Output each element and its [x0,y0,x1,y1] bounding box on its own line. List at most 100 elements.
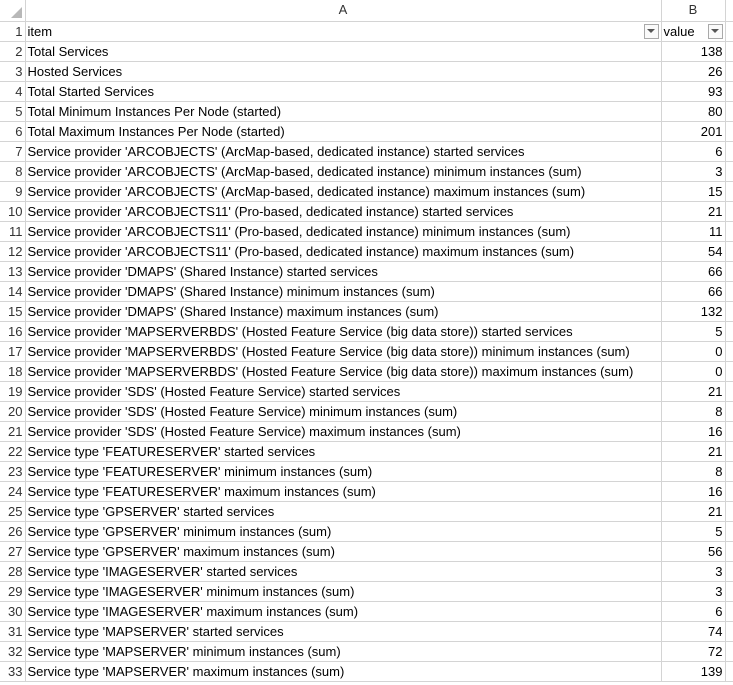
row-header[interactable]: 29 [0,581,26,602]
row-header[interactable]: 12 [0,241,26,262]
cell-c[interactable] [725,41,733,62]
row-header[interactable]: 6 [0,121,26,142]
row-header[interactable]: 24 [0,481,26,502]
cell-c[interactable] [725,241,733,262]
value-cell[interactable]: 15 [661,181,726,202]
cell-c[interactable] [725,101,733,122]
row-header[interactable]: 5 [0,101,26,122]
column-header-a[interactable]: A [25,0,662,22]
value-cell[interactable]: 5 [661,321,726,342]
item-cell[interactable]: Service type 'IMAGESERVER' minimum insta… [25,581,662,602]
cell-c[interactable] [725,141,733,162]
row-header[interactable]: 33 [0,661,26,682]
row-header[interactable]: 17 [0,341,26,362]
value-cell[interactable]: 74 [661,621,726,642]
cell-c[interactable] [725,181,733,202]
cell-c[interactable] [725,501,733,522]
row-header[interactable]: 10 [0,201,26,222]
cell-c[interactable] [725,401,733,422]
row-header[interactable]: 27 [0,541,26,562]
row-header[interactable]: 16 [0,321,26,342]
item-cell[interactable]: Service provider 'ARCOBJECTS11' (Pro-bas… [25,201,662,222]
item-cell[interactable]: Service provider 'MAPSERVERBDS' (Hosted … [25,321,662,342]
item-cell[interactable]: Service provider 'DMAPS' (Shared Instanc… [25,281,662,302]
row-header[interactable]: 4 [0,81,26,102]
cell-c[interactable] [725,601,733,622]
row-header[interactable]: 25 [0,501,26,522]
cell-c[interactable] [725,261,733,282]
item-cell[interactable]: Service provider 'MAPSERVERBDS' (Hosted … [25,361,662,382]
row-header[interactable]: 30 [0,601,26,622]
filter-dropdown-value[interactable] [707,23,723,39]
cell-c[interactable] [725,21,733,42]
item-cell[interactable]: Service type 'MAPSERVER' started service… [25,621,662,642]
item-cell[interactable]: Service type 'GPSERVER' started services [25,501,662,522]
header-cell-value[interactable]: value [661,21,726,42]
value-cell[interactable]: 132 [661,301,726,322]
row-header[interactable]: 22 [0,441,26,462]
item-cell[interactable]: Service provider 'DMAPS' (Shared Instanc… [25,261,662,282]
cell-c[interactable] [725,441,733,462]
value-cell[interactable]: 66 [661,261,726,282]
item-cell[interactable]: Total Maximum Instances Per Node (starte… [25,121,662,142]
value-cell[interactable]: 16 [661,421,726,442]
cell-c[interactable] [725,301,733,322]
item-cell[interactable]: Total Minimum Instances Per Node (starte… [25,101,662,122]
item-cell[interactable]: Service provider 'ARCOBJECTS11' (Pro-bas… [25,221,662,242]
value-cell[interactable]: 21 [661,381,726,402]
value-cell[interactable]: 139 [661,661,726,682]
row-header[interactable]: 18 [0,361,26,382]
cell-c[interactable] [725,161,733,182]
select-all-corner[interactable] [0,0,26,22]
row-header[interactable]: 3 [0,61,26,82]
row-header[interactable]: 21 [0,421,26,442]
value-cell[interactable]: 72 [661,641,726,662]
cell-c[interactable] [725,321,733,342]
row-header[interactable]: 2 [0,41,26,62]
row-header[interactable]: 11 [0,221,26,242]
column-header-c[interactable] [725,0,733,22]
row-header[interactable]: 7 [0,141,26,162]
filter-dropdown-item[interactable] [643,23,659,39]
item-cell[interactable]: Service provider 'SDS' (Hosted Feature S… [25,381,662,402]
value-cell[interactable]: 66 [661,281,726,302]
row-header[interactable]: 26 [0,521,26,542]
item-cell[interactable]: Service type 'IMAGESERVER' maximum insta… [25,601,662,622]
cell-c[interactable] [725,621,733,642]
value-cell[interactable]: 5 [661,521,726,542]
item-cell[interactable]: Service type 'MAPSERVER' minimum instanc… [25,641,662,662]
value-cell[interactable]: 3 [661,161,726,182]
cell-c[interactable] [725,541,733,562]
cell-c[interactable] [725,341,733,362]
cell-c[interactable] [725,461,733,482]
value-cell[interactable]: 26 [661,61,726,82]
value-cell[interactable]: 138 [661,41,726,62]
cell-c[interactable] [725,661,733,682]
item-cell[interactable]: Service type 'FEATURESERVER' minimum ins… [25,461,662,482]
row-header[interactable]: 13 [0,261,26,282]
header-cell-item[interactable]: item [25,21,662,42]
cell-c[interactable] [725,81,733,102]
row-header[interactable]: 28 [0,561,26,582]
row-header[interactable]: 1 [0,21,26,42]
value-cell[interactable]: 21 [661,201,726,222]
value-cell[interactable]: 6 [661,601,726,622]
value-cell[interactable]: 8 [661,401,726,422]
cell-c[interactable] [725,61,733,82]
item-cell[interactable]: Service type 'FEATURESERVER' started ser… [25,441,662,462]
row-header[interactable]: 14 [0,281,26,302]
item-cell[interactable]: Service provider 'MAPSERVERBDS' (Hosted … [25,341,662,362]
cell-c[interactable] [725,361,733,382]
value-cell[interactable]: 8 [661,461,726,482]
row-header[interactable]: 20 [0,401,26,422]
value-cell[interactable]: 3 [661,561,726,582]
cell-c[interactable] [725,421,733,442]
row-header[interactable]: 32 [0,641,26,662]
cell-c[interactable] [725,221,733,242]
row-header[interactable]: 9 [0,181,26,202]
item-cell[interactable]: Service type 'MAPSERVER' maximum instanc… [25,661,662,682]
item-cell[interactable]: Service provider 'ARCOBJECTS11' (Pro-bas… [25,241,662,262]
value-cell[interactable]: 21 [661,501,726,522]
item-cell[interactable]: Service type 'GPSERVER' minimum instance… [25,521,662,542]
value-cell[interactable]: 56 [661,541,726,562]
